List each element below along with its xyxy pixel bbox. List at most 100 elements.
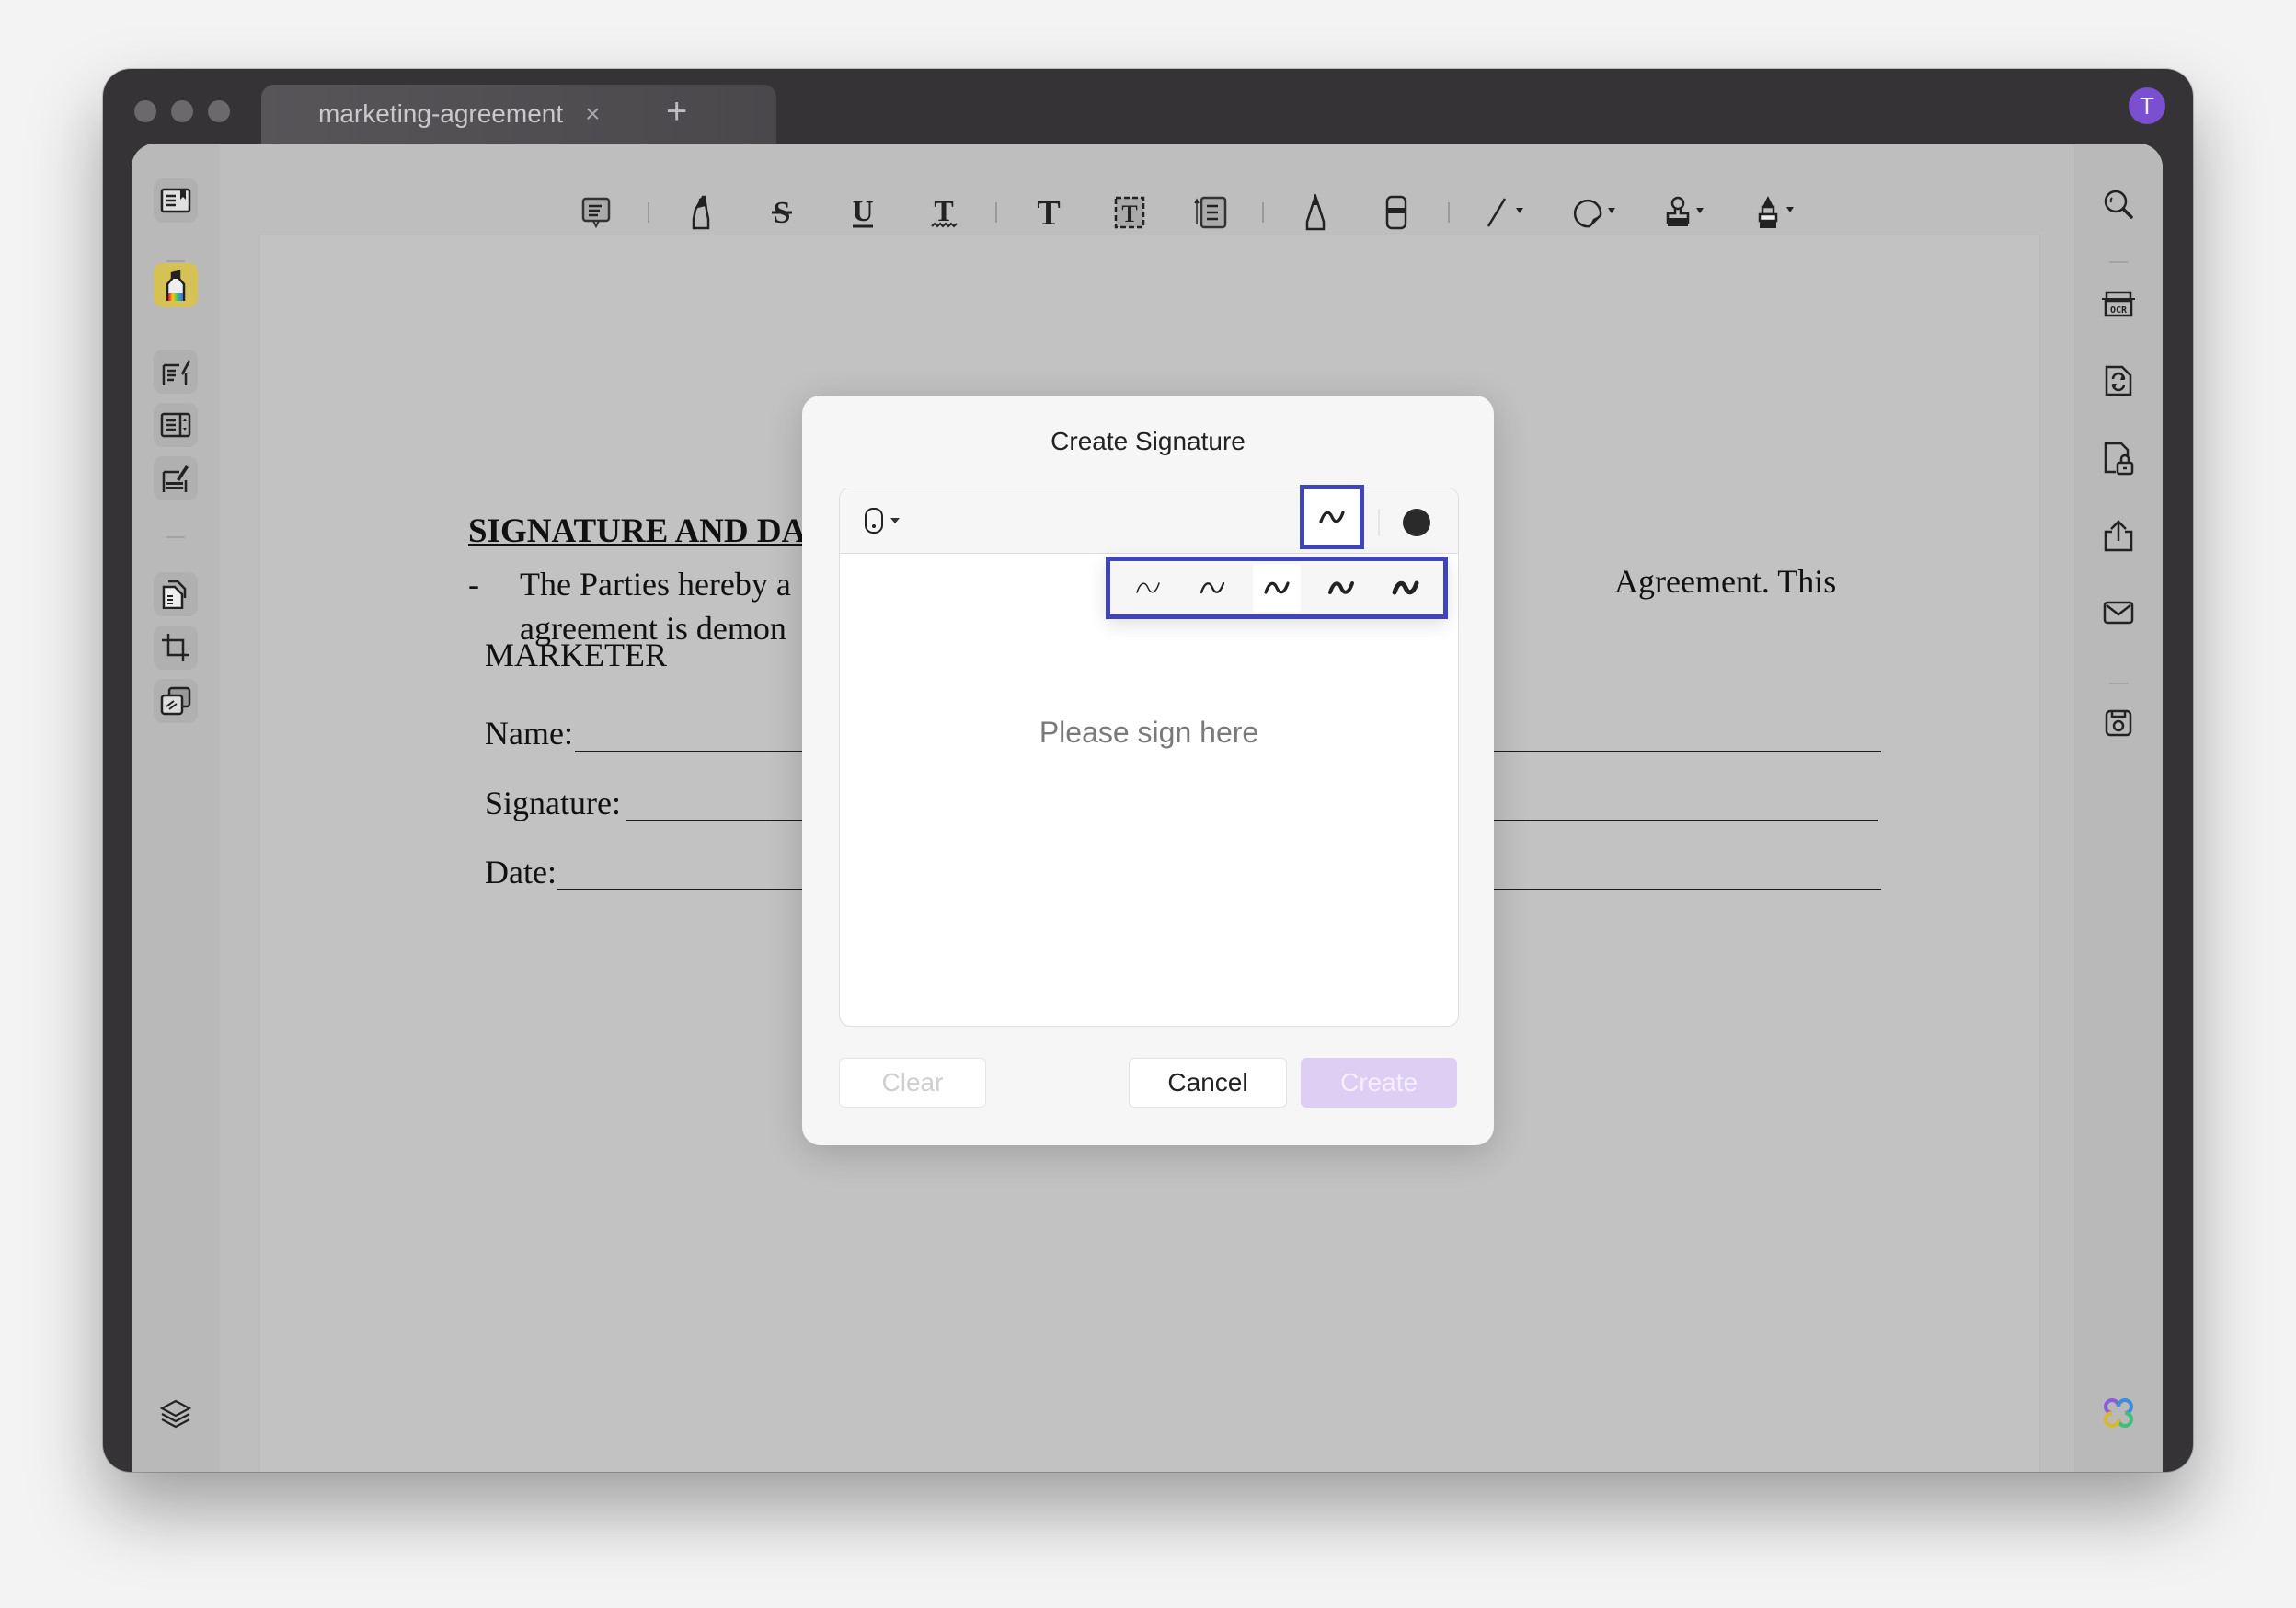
stroke-option-1[interactable] — [1124, 564, 1172, 612]
right-item-search[interactable] — [2096, 182, 2141, 226]
text-box-tool[interactable]: T — [1100, 183, 1159, 242]
stroke-option-4[interactable] — [1317, 564, 1365, 612]
sidebar-divider — [2109, 261, 2128, 263]
signature-tool[interactable] — [1742, 183, 1810, 242]
line-tool[interactable] — [1472, 183, 1540, 242]
sidebar-item-comment[interactable] — [154, 263, 198, 307]
date-field-label: Date: — [485, 854, 557, 890]
eraser-tool[interactable] — [1367, 183, 1426, 242]
stamp-icon — [1666, 196, 1704, 226]
underline-icon: U — [852, 195, 874, 228]
stroke-heavy-icon — [1392, 580, 1419, 595]
text-callout-tool[interactable] — [1181, 183, 1240, 242]
toolbar-divider — [1448, 202, 1450, 223]
organize-pages-icon — [162, 580, 187, 609]
stroke-option-5[interactable] — [1382, 564, 1429, 612]
sidebar-item-crop[interactable] — [154, 626, 198, 670]
highlighter-icon — [692, 195, 710, 230]
sign-placeholder: Please sign here — [1039, 716, 1259, 749]
toolbar-divider — [995, 202, 997, 223]
signature-canvas[interactable]: Please sign here — [839, 485, 1459, 1027]
dialog-title: Create Signature — [1050, 427, 1246, 455]
comment-icon — [581, 197, 611, 228]
shape-tool[interactable] — [1562, 183, 1630, 242]
stroke-medium-icon — [1264, 581, 1290, 594]
right-item-convert[interactable] — [2096, 359, 2141, 403]
lock-document-icon — [2104, 442, 2134, 476]
stamp-tool[interactable] — [1652, 183, 1720, 242]
toolbar-divider — [648, 202, 649, 223]
highlight-tool[interactable] — [672, 183, 730, 242]
email-icon — [2103, 601, 2134, 625]
underline-tool[interactable]: U — [833, 183, 892, 242]
sidebar-divider — [166, 536, 185, 538]
svg-text:T: T — [934, 195, 953, 227]
right-item-protect[interactable] — [2096, 436, 2141, 480]
svg-text:T: T — [1121, 201, 1137, 227]
right-item-comments[interactable] — [2096, 1471, 2141, 1472]
eraser-icon — [1385, 195, 1407, 230]
right-item-ocr[interactable]: OCR — [2096, 281, 2141, 326]
right-sidebar: OCR — [2074, 144, 2163, 1472]
right-item-share[interactable] — [2096, 513, 2141, 557]
user-avatar[interactable]: T — [2129, 87, 2165, 124]
sidebar-divider — [2109, 683, 2128, 684]
shape-tool-icon — [1573, 199, 1615, 228]
right-item-save[interactable] — [2096, 701, 2141, 745]
maximize-window-button[interactable] — [208, 100, 230, 122]
text-icon: T — [1037, 195, 1060, 230]
minimize-window-button[interactable] — [171, 100, 193, 122]
stroke-option-3[interactable] — [1253, 564, 1301, 612]
squiggly-tool[interactable]: T — [914, 183, 973, 242]
pencil-icon — [1305, 194, 1326, 231]
edit-document-icon — [162, 360, 190, 385]
toolbar-divider — [1262, 202, 1264, 223]
cancel-button[interactable]: Cancel — [1129, 1058, 1287, 1108]
right-item-ai[interactable] — [2096, 1391, 2141, 1435]
sidebar-item-fill-sign[interactable] — [154, 456, 198, 500]
share-icon — [2104, 520, 2133, 552]
ocr-icon: OCR — [2102, 291, 2135, 317]
tab-close-icon[interactable]: × — [585, 99, 600, 129]
input-mode-dropdown[interactable] — [864, 507, 901, 534]
chevron-down-icon — [890, 518, 900, 523]
comment-tool[interactable] — [567, 183, 626, 242]
stroke-option-2[interactable] — [1188, 564, 1236, 612]
close-window-button[interactable] — [134, 100, 156, 122]
line-tool-icon — [1487, 198, 1523, 227]
sidebar-item-edit[interactable] — [154, 350, 198, 394]
create-signature-dialog: Create Signature Please sign here Clear … — [802, 396, 1494, 1145]
sidebar-item-organize[interactable] — [154, 572, 198, 616]
sidebar-divider — [166, 260, 185, 262]
clear-button[interactable]: Clear — [839, 1058, 986, 1108]
stroke-width-menu — [1106, 557, 1448, 619]
document-tab[interactable]: marketing-agreement × — [261, 85, 776, 144]
pencil-tool[interactable] — [1286, 183, 1345, 242]
window-controls — [134, 100, 230, 122]
right-item-email[interactable] — [2096, 591, 2141, 635]
sidebar-item-layers[interactable] — [154, 1392, 198, 1436]
svg-text:T: T — [1037, 195, 1060, 230]
stroke-icon — [1319, 511, 1345, 523]
reader-book-icon — [160, 188, 191, 213]
name-field-label: Name: — [485, 715, 573, 752]
stroke-light-icon — [1200, 581, 1225, 594]
sidebar-item-forms[interactable] — [154, 403, 198, 447]
sidebar-item-bookmarks[interactable] — [154, 1471, 198, 1472]
text-tool[interactable]: T — [1019, 183, 1078, 242]
left-sidebar — [132, 144, 220, 1472]
chevron-down-icon — [1696, 208, 1704, 213]
chevron-down-icon — [1516, 208, 1523, 213]
stroke-width-button[interactable] — [1300, 485, 1364, 549]
sidebar-item-redact[interactable] — [154, 679, 198, 723]
new-tab-button[interactable]: + — [666, 89, 687, 133]
layers-icon — [160, 1399, 191, 1429]
create-button[interactable]: Create — [1301, 1058, 1457, 1108]
sidebar-item-reader[interactable] — [154, 178, 198, 223]
paragraph-line-1-right: Agreement. This — [1614, 563, 1837, 600]
strikethrough-tool[interactable]: S — [752, 183, 811, 242]
ink-color-picker[interactable] — [1403, 509, 1430, 536]
options-divider — [1378, 509, 1380, 536]
strikethrough-icon: S — [772, 196, 792, 230]
stroke-bold-icon — [1328, 581, 1354, 594]
